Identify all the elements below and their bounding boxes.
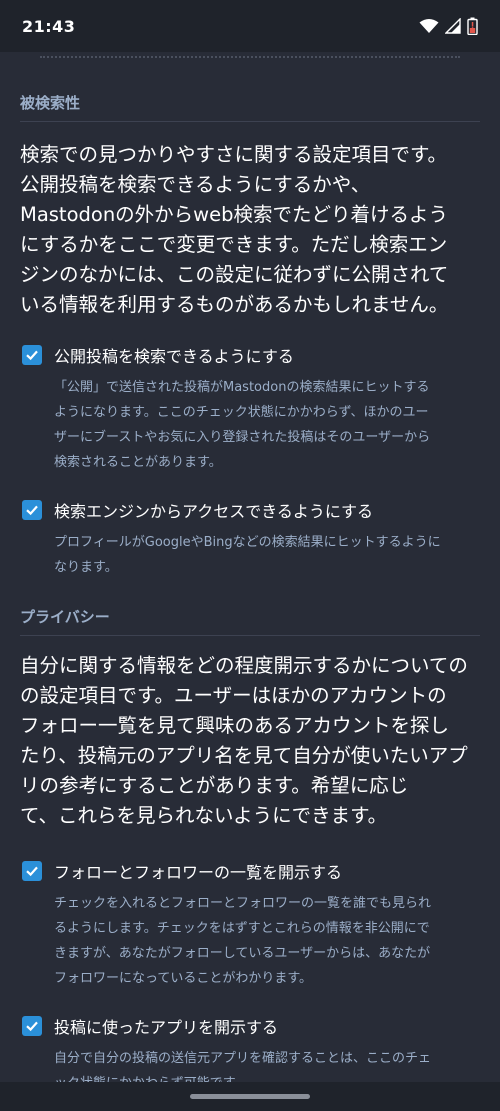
description-line: たり、投稿元のアプリ名を見て自分が使いたいアプ: [20, 744, 468, 767]
status-time: 21:43: [22, 16, 76, 36]
option-hint: チェックを入れるとフォローとフォロワーの一覧を誰でも見られ るようにします。チェ…: [54, 891, 480, 991]
section-divider: [20, 121, 480, 122]
checkbox-search-engine-indexing[interactable]: [22, 500, 42, 520]
option-row[interactable]: フォローとフォロワーの一覧を開示する: [22, 859, 480, 883]
description-line: にするかをここで変更できます。ただし検索エン: [20, 233, 448, 256]
check-icon: [26, 1021, 38, 1032]
status-icons: [419, 17, 478, 35]
option-row[interactable]: 検索エンジンからアクセスできるようにする: [22, 498, 480, 522]
home-gesture-handle[interactable]: [190, 1094, 310, 1099]
hint-line: 「公開」で送信された投稿がMastodonの検索結果にヒットする: [54, 380, 430, 395]
cellular-signal-icon: [445, 18, 461, 34]
section-heading-privacy: プライバシー: [20, 608, 110, 626]
option-label[interactable]: 検索エンジンからアクセスできるようにする: [54, 498, 373, 522]
hint-line: ようになります。ここのチェック状態にかかわらず、ほかのユー: [54, 405, 429, 420]
checkbox-hide-network[interactable]: [22, 861, 42, 881]
description-line: フォロー一覧を見て興味のあるアカウントを探し: [20, 714, 450, 737]
option-hide-network: フォローとフォロワーの一覧を開示する チェックを入れるとフォローとフォロワーの一…: [22, 859, 480, 991]
description-line: 検索での見つかりやすさに関する設定項目です。: [20, 143, 448, 166]
option-searchable-posts: 公開投稿を検索できるようにする 「公開」で送信された投稿がMastodonの検索…: [22, 343, 480, 475]
section-description-discoverability: 検索での見つかりやすさに関する設定項目です。 公開投稿を検索できるようにするかや…: [20, 140, 480, 320]
description-line: リの参考にすることがあります。希望に応じ: [20, 774, 409, 797]
section-description-privacy: 自分に関する情報をどの程度開示するかについての の設定項目です。ユーザーはほかの…: [20, 651, 480, 831]
hint-line: きますが、あなたがフォローしているユーザーからは、あなたが: [54, 946, 431, 961]
option-row[interactable]: 公開投稿を検索できるようにする: [22, 343, 480, 367]
hint-line: るようにします。チェックをはずすとこれらの情報を非公開にで: [54, 921, 430, 936]
status-bar: 21:43: [0, 0, 500, 52]
option-label[interactable]: 投稿に使ったアプリを開示する: [54, 1014, 278, 1038]
option-hint: プロフィールがGoogleやBingなどの検索結果にヒットするように なります。: [54, 530, 480, 580]
scroll-edge: [40, 52, 460, 58]
description-line: ジンのなかには、この設定に従わずに公開されて: [20, 263, 449, 286]
option-hint: 「公開」で送信された投稿がMastodonの検索結果にヒットする ようになります…: [54, 375, 480, 475]
hint-line: チェックを入れるとフォローとフォロワーの一覧を誰でも見られ: [54, 896, 432, 911]
hint-line: プロフィールがGoogleやBingなどの検索結果にヒットするように: [54, 535, 441, 550]
checkbox-show-application[interactable]: [22, 1016, 42, 1036]
settings-content[interactable]: 被検索性 検索での見つかりやすさに関する設定項目です。 公開投稿を検索できるよう…: [0, 52, 500, 1082]
option-label[interactable]: フォローとフォロワーの一覧を開示する: [54, 859, 342, 883]
option-hint: 自分で自分の投稿の送信元アプリを確認することは、ここのチェ ック状態にかかわらず…: [54, 1046, 480, 1082]
check-icon: [26, 505, 38, 516]
hint-line: なります。: [54, 560, 118, 575]
description-line: いる情報を利用するものがあるかもしれません。: [20, 293, 449, 316]
checkbox-searchable-posts[interactable]: [22, 345, 42, 365]
section-divider: [20, 635, 480, 636]
description-line: Mastodonの外からweb検索でたどり着けるよう: [20, 203, 449, 226]
hint-line: フォロワーになっていることがわかります。: [54, 971, 313, 986]
wifi-icon: [419, 19, 439, 33]
option-label[interactable]: 公開投稿を検索できるようにする: [54, 343, 294, 367]
section-heading-discoverability: 被検索性: [20, 94, 81, 112]
option-search-engine-indexing: 検索エンジンからアクセスできるようにする プロフィールがGoogleやBingな…: [22, 498, 480, 580]
description-line: の設定項目です。ユーザーはほかのアカウントの: [20, 684, 447, 707]
battery-low-icon: [467, 17, 478, 35]
navigation-bar: [0, 1082, 500, 1111]
description-line: 公開投稿を検索できるようにするかや、: [20, 173, 371, 196]
hint-line: ザーにブーストやお気に入り登録された投稿はそのユーザーから: [54, 430, 431, 445]
check-icon: [26, 866, 38, 877]
option-show-application: 投稿に使ったアプリを開示する 自分で自分の投稿の送信元アプリを確認することは、こ…: [22, 1014, 480, 1082]
check-icon: [26, 350, 38, 361]
hint-line: 検索されることがあります。: [54, 455, 222, 470]
description-line: て、これらを見られないようにできます。: [20, 804, 388, 827]
hint-line: 自分で自分の投稿の送信元アプリを確認することは、ここのチェ: [54, 1051, 432, 1066]
option-row[interactable]: 投稿に使ったアプリを開示する: [22, 1014, 480, 1038]
hint-line: ック状態にかかわらず可能です。: [54, 1071, 480, 1082]
description-line: 自分に関する情報をどの程度開示するかについての: [20, 654, 468, 677]
